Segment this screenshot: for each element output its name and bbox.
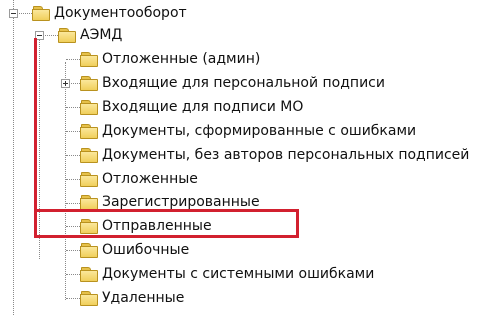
- folder-tree: Документооборот АЭМД Отложенные (админ) …: [0, 0, 480, 315]
- folder-icon: [80, 148, 98, 163]
- tree-item-label: Документооборот: [54, 5, 187, 21]
- tree-item-vkhodyashchie-personal[interactable]: Входящие для персональной подписи: [80, 72, 385, 94]
- annotation-red-line: [34, 38, 37, 238]
- tree-item-label: Входящие для подписи МО: [102, 99, 304, 115]
- tree-guide-line: [65, 62, 66, 300]
- annotation-red-box: [34, 209, 299, 238]
- tree-guide-line: [66, 59, 80, 60]
- tree-item-udalennye[interactable]: Удаленные: [80, 287, 184, 309]
- tree-item-label: Документы, сформированные с ошибками: [102, 123, 417, 139]
- tree-item-sistemnye-oshibki[interactable]: Документы с системными ошибками: [80, 263, 374, 285]
- folder-icon: [80, 267, 98, 282]
- folder-icon: [80, 100, 98, 115]
- folder-icon: [32, 6, 50, 21]
- tree-guide-line: [66, 274, 80, 275]
- tree-item-label: Ошибочные: [102, 242, 190, 258]
- expand-toggle[interactable]: [61, 79, 70, 88]
- tree-item-vkhodyashchie-mo[interactable]: Входящие для подписи МО: [80, 96, 303, 118]
- tree-guide-line: [66, 179, 80, 180]
- tree-item-label: Документы, без авторов персональных подп…: [102, 147, 470, 163]
- folder-icon: [80, 291, 98, 306]
- tree-guide-line: [66, 203, 80, 204]
- tree-item-label: Документы с системными ошибками: [102, 266, 375, 282]
- tree-item-dokumenty-bez-avtorov[interactable]: Документы, без авторов персональных подп…: [80, 144, 469, 166]
- tree-item-label: АЭМД: [80, 27, 123, 43]
- folder-icon: [80, 195, 98, 210]
- tree-guide-line: [66, 250, 80, 251]
- tree-item-aemd[interactable]: АЭМД: [58, 24, 122, 46]
- tree-guide-line: [66, 298, 80, 299]
- tree-item-oshibochnye[interactable]: Ошибочные: [80, 239, 189, 261]
- folder-icon: [80, 76, 98, 91]
- tree-item-label: Отложенные: [102, 171, 198, 187]
- tree-item-documentoborot[interactable]: Документооборот: [32, 2, 187, 24]
- tree-item-dokumenty-s-oshibkami[interactable]: Документы, сформированные с ошибками: [80, 120, 416, 142]
- folder-icon: [80, 243, 98, 258]
- folder-icon: [80, 52, 98, 67]
- tree-item-label: Удаленные: [102, 290, 185, 306]
- folder-icon: [80, 172, 98, 187]
- folder-icon: [58, 28, 76, 43]
- tree-guide-line: [13, 0, 14, 315]
- tree-item-label: Входящие для персональной подписи: [102, 75, 385, 91]
- tree-guide-line: [66, 155, 80, 156]
- tree-item-label: Отложенные (админ): [102, 51, 261, 67]
- tree-item-otlozhennye-admin[interactable]: Отложенные (админ): [80, 48, 260, 70]
- tree-guide-line: [66, 107, 80, 108]
- tree-guide-line: [66, 131, 80, 132]
- collapse-toggle[interactable]: [9, 9, 18, 18]
- tree-item-otlozhennye[interactable]: Отложенные: [80, 168, 198, 190]
- folder-icon: [80, 124, 98, 139]
